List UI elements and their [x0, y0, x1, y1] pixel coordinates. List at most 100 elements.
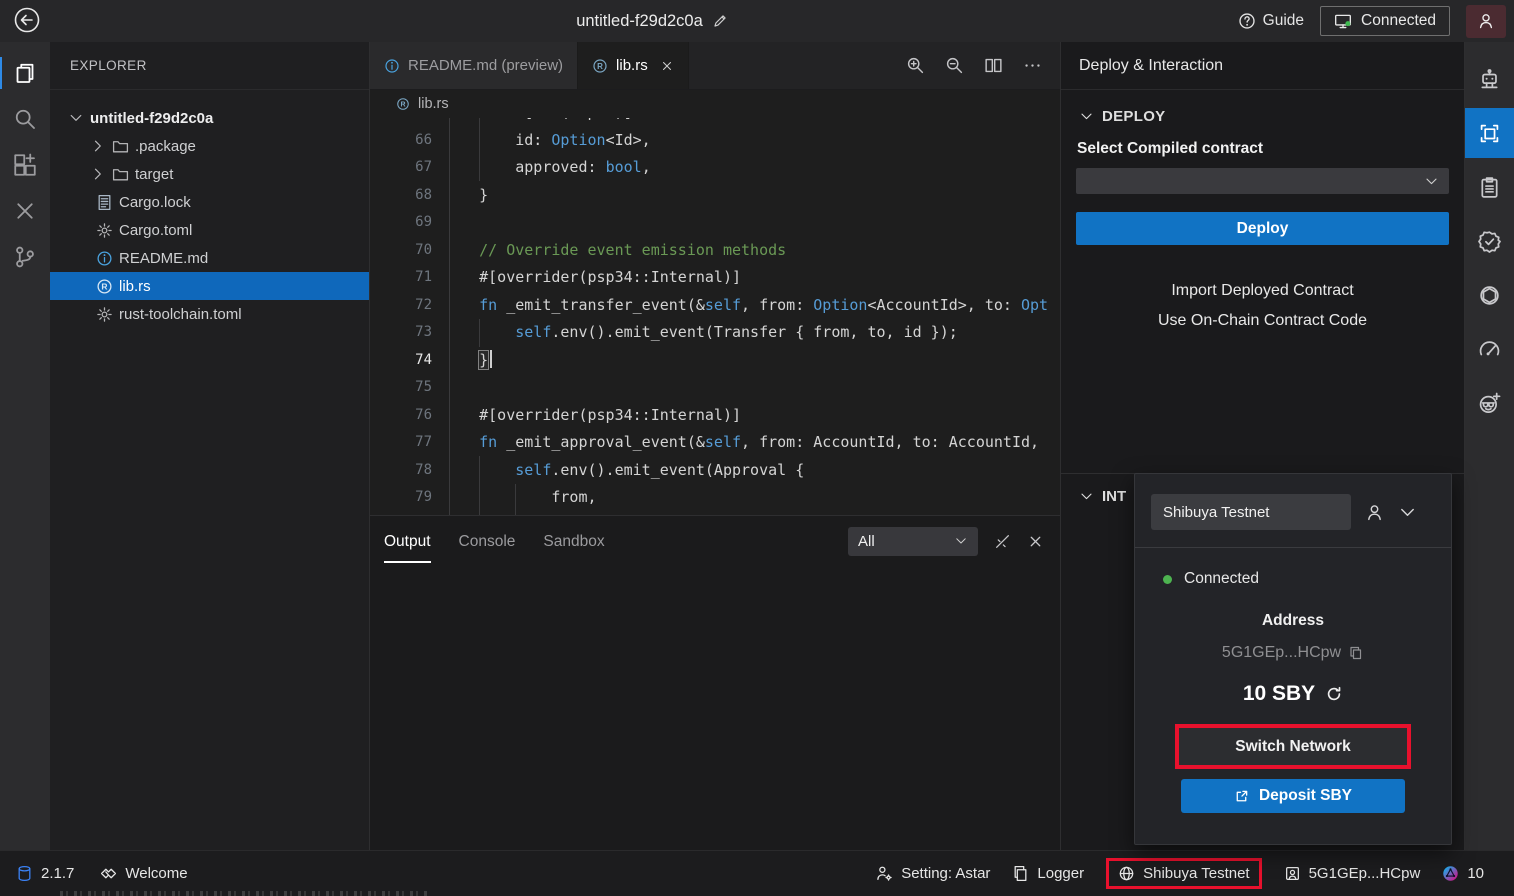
compiled-contract-select[interactable] — [1076, 168, 1449, 194]
topbar-right: Guide Connected — [1238, 5, 1506, 38]
code-line-65: 65 #[ink(topic)] — [370, 118, 1060, 127]
breadcrumb[interactable]: R lib.rs — [370, 90, 1060, 118]
address-row: 5G1GEp...HCpw — [1151, 644, 1435, 662]
search-icon — [13, 107, 37, 131]
switch-network-button[interactable]: Switch Network — [1179, 728, 1407, 765]
top-bar: untitled-f29d2c0a Guide Connected — [0, 0, 1514, 42]
tree-item-readme-md[interactable]: README.md — [50, 244, 369, 272]
code-text: self.env().emit_event(Transfer { from, t… — [443, 319, 958, 347]
panel-actions — [994, 533, 1044, 550]
tree-item-cargo-toml[interactable]: Cargo.toml — [50, 216, 369, 244]
editor-tab-lib-rs[interactable]: Rlib.rs — [578, 42, 689, 89]
code-line-67: 67 approved: bool, — [370, 154, 1060, 182]
code-token: _emit_transfer_event(& — [497, 296, 705, 314]
code-token: self — [705, 433, 741, 451]
activity-right-openai[interactable] — [1465, 270, 1514, 320]
files-icon — [13, 61, 37, 85]
activity-right-cool-face[interactable] — [1465, 378, 1514, 428]
tree-item-target[interactable]: target — [50, 160, 369, 188]
panel-tab-output[interactable]: Output — [384, 519, 431, 563]
code-token: , from: AccountId, to: AccountId, — [741, 433, 1039, 451]
tree-root-untitled-f29d2c0a[interactable]: untitled-f29d2c0a — [50, 104, 369, 132]
use-onchain-contract-link[interactable]: Use On-Chain Contract Code — [1061, 312, 1464, 330]
activity-left-files[interactable] — [0, 50, 50, 96]
editor-group: README.md (preview)Rlib.rs R lib.rs 65 #… — [370, 42, 1060, 850]
activity-right-clipboard[interactable] — [1465, 162, 1514, 212]
back-button[interactable] — [10, 4, 44, 38]
code-text: #[ink(topic)] — [443, 118, 633, 127]
code-token: <AccountId>, to: — [867, 296, 1021, 314]
deploy-section-label: DEPLOY — [1102, 108, 1165, 125]
code-token: } — [479, 351, 488, 369]
copy-address-icon[interactable] — [1348, 645, 1364, 661]
external-link-icon — [1234, 789, 1249, 804]
status-item-welcome[interactable]: Welcome — [100, 865, 187, 882]
network-select[interactable]: Shibuya Testnet — [1151, 494, 1351, 530]
connected-button[interactable]: Connected — [1320, 6, 1450, 36]
account-person-icon[interactable] — [1365, 503, 1384, 522]
status-item-logger[interactable]: Logger — [1012, 865, 1084, 882]
line-number: 65 — [370, 118, 432, 127]
more-icon[interactable] — [1023, 56, 1042, 75]
openai-icon — [1478, 284, 1501, 307]
guide-button[interactable]: Guide — [1238, 12, 1304, 30]
log-filter-select[interactable]: All — [848, 527, 978, 556]
code-text: #[overrider(psp34::Internal)] — [443, 402, 741, 430]
deposit-sby-button[interactable]: Deposit SBY — [1181, 779, 1405, 813]
close-icon[interactable] — [1027, 533, 1044, 550]
status-item-setting-astar[interactable]: Setting: Astar — [876, 865, 990, 882]
refresh-balance-icon[interactable] — [1325, 685, 1343, 703]
avatar-button[interactable] — [1466, 5, 1506, 38]
explorer-sidebar: EXPLORER untitled-f29d2c0a.packagetarget… — [50, 42, 370, 850]
tree-item-rust-toolchain-toml[interactable]: rust-toolchain.toml — [50, 300, 369, 328]
panel-tab-console[interactable]: Console — [459, 519, 516, 563]
status-item-10[interactable]: 10 — [1442, 865, 1484, 882]
import-deployed-contract-link[interactable]: Import Deployed Contract — [1061, 282, 1464, 300]
tree-item-lib-rs[interactable]: Rlib.rs — [50, 272, 369, 300]
code-token: self — [515, 461, 551, 479]
line-number: 75 — [370, 374, 432, 402]
code-editor[interactable]: 65 #[ink(topic)]66 id: Option<Id>,67 app… — [370, 118, 1060, 515]
line-number: 71 — [370, 264, 432, 292]
clear-icon[interactable] — [994, 533, 1011, 550]
status-item-5g1gep-hcpw[interactable]: 5G1GEp...HCpw — [1284, 865, 1421, 882]
rust-icon: R — [396, 97, 410, 111]
panel-tab-sandbox[interactable]: Sandbox — [543, 519, 604, 563]
activity-left-extensions[interactable] — [0, 142, 50, 188]
activity-left-collapse[interactable] — [0, 188, 50, 234]
folder-icon — [112, 166, 129, 183]
split-editor-icon[interactable] — [984, 56, 1003, 75]
code-text: // Override event emission methods — [443, 237, 786, 265]
folder-icon — [112, 138, 129, 155]
code-token: from, — [551, 488, 596, 506]
rename-pencil-icon[interactable] — [712, 13, 728, 29]
editor-tab-readme-md-preview[interactable]: README.md (preview) — [370, 42, 578, 89]
zoom-out-icon[interactable] — [945, 56, 964, 75]
indent-guide — [479, 456, 480, 515]
activity-right-deploy[interactable] — [1465, 108, 1514, 158]
deploy-section-header[interactable]: DEPLOY — [1079, 108, 1464, 125]
right-activity-bar — [1464, 42, 1514, 850]
code-text: #[overrider(psp34::Internal)] — [443, 264, 741, 292]
line-number: 76 — [370, 402, 432, 430]
status-item-shibuya-testnet[interactable]: Shibuya Testnet — [1106, 858, 1261, 889]
deploy-button[interactable]: Deploy — [1076, 212, 1449, 245]
activity-left-source-control[interactable] — [0, 234, 50, 280]
tree-item-cargo-lock[interactable]: Cargo.lock — [50, 188, 369, 216]
activity-right-robot[interactable] — [1465, 54, 1514, 104]
tree-item-package[interactable]: .package — [50, 132, 369, 160]
activity-right-gauge[interactable] — [1465, 324, 1514, 374]
code-text: id: Option<Id>, — [443, 127, 651, 155]
chevron-down-icon[interactable] — [1398, 503, 1417, 522]
chevron-down-icon — [68, 110, 84, 126]
chevron-down-icon — [1424, 174, 1439, 189]
code-line-71: 71 #[overrider(psp34::Internal)] — [370, 264, 1060, 292]
editor-tab-label: lib.rs — [616, 57, 648, 74]
zoom-in-icon[interactable] — [906, 56, 925, 75]
text-cursor — [490, 350, 492, 368]
code-token: // Override event emission methods — [479, 241, 786, 259]
close-tab-icon[interactable] — [660, 59, 674, 73]
activity-left-search[interactable] — [0, 96, 50, 142]
activity-right-badge-check[interactable] — [1465, 216, 1514, 266]
status-item-2-1-7[interactable]: 2.1.7 — [16, 865, 74, 882]
